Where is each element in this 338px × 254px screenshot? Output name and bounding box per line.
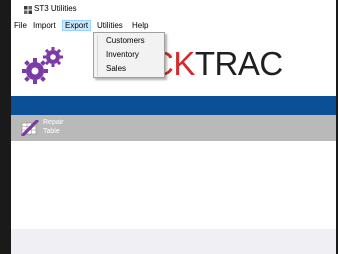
repair-table-button[interactable]: Repair Table xyxy=(19,117,69,139)
app-window: ST3 Utilities File Import Export Utiliti… xyxy=(11,0,336,254)
repair-table-label: Repair Table xyxy=(43,118,64,136)
dropdown-gutter xyxy=(97,35,98,76)
menu-file[interactable]: File xyxy=(12,20,29,31)
menu-utilities[interactable]: Utilities xyxy=(95,20,125,31)
menu-export[interactable]: Export xyxy=(62,20,92,31)
menu-import[interactable]: Import xyxy=(31,20,58,31)
accent-bar xyxy=(11,96,336,115)
export-menu-inventory[interactable]: Inventory xyxy=(106,49,139,61)
brand-logo-dark-part: TRAC xyxy=(194,45,283,82)
window-title: ST3 Utilities xyxy=(34,4,77,13)
toolbar: Repair Table xyxy=(11,115,336,141)
title-bar: ST3 Utilities xyxy=(11,0,336,19)
gears-logo-icon xyxy=(22,47,63,84)
menu-bar: File Import Export Utilities Help xyxy=(11,19,336,32)
main-content xyxy=(11,141,336,254)
repair-label-line-1: Repair xyxy=(43,119,64,126)
export-menu-customers[interactable]: Customers xyxy=(106,35,145,47)
app-icon xyxy=(24,6,32,14)
export-menu-sales[interactable]: Sales xyxy=(106,63,126,75)
brand-logo-text: CKTRAC xyxy=(150,46,283,82)
repair-label-line-2: Table xyxy=(43,128,60,135)
repair-table-icon xyxy=(21,120,39,136)
left-edge-strip xyxy=(0,0,11,254)
export-dropdown-menu: Customers Inventory Sales xyxy=(93,32,165,78)
content-bottom-band xyxy=(11,229,336,254)
header-banner: CKTRAC xyxy=(11,32,336,96)
menu-help[interactable]: Help xyxy=(130,20,150,31)
